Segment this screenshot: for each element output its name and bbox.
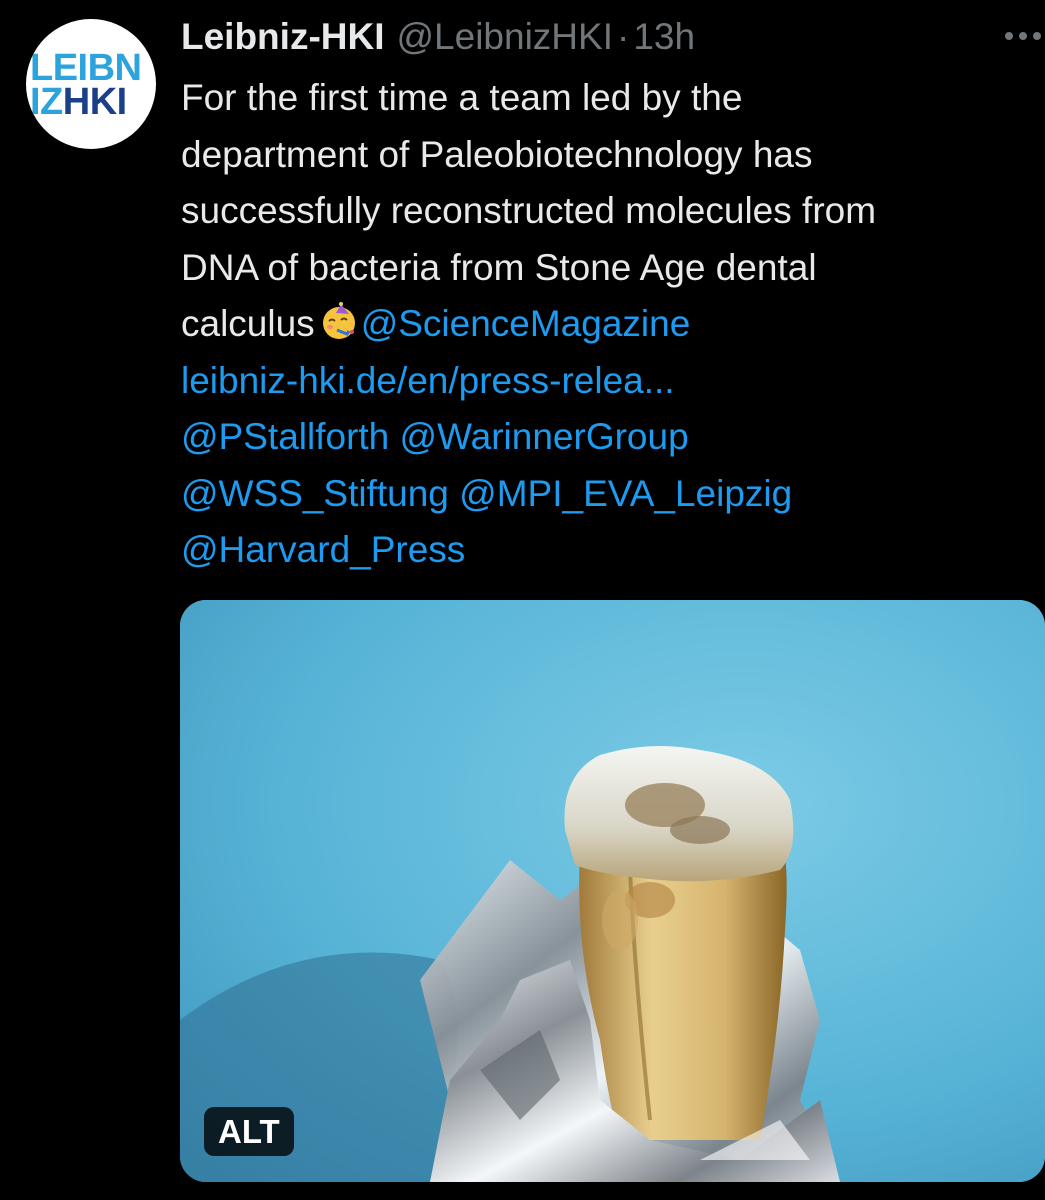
more-horizontal-icon[interactable] xyxy=(1005,32,1041,40)
mention-warinnergroup[interactable]: @WarinnerGroup xyxy=(400,416,689,457)
tweet-text-line: @Harvard_Press xyxy=(181,522,1041,579)
tweet-text-calculus: calculus xyxy=(181,303,315,344)
author-handle[interactable]: @LeibnizHKI xyxy=(396,16,613,58)
mention-pstallforth[interactable]: @PStallforth xyxy=(181,416,389,457)
press-release-link[interactable]: leibniz-hki.de/en/press-relea... xyxy=(181,353,1041,410)
tweet-header: Leibniz-HKI @LeibnizHKI · 13h xyxy=(181,16,695,60)
tweet-text-line: department of Paleobiotechnology has xyxy=(181,133,813,175)
alt-text-button[interactable]: ALT xyxy=(204,1107,294,1156)
avatar-logo-bottom: IZHKI xyxy=(30,83,127,121)
avatar-logo-bottom-b: HKI xyxy=(62,81,127,123)
author-avatar[interactable]: LEIBN IZHKI xyxy=(26,19,156,149)
tweet[interactable]: LEIBN IZHKI Leibniz-HKI @LeibnizHKI · 13… xyxy=(0,0,1045,1200)
tweet-text-line: calculus @ScienceMagazine xyxy=(181,296,1041,353)
separator-dot: · xyxy=(616,16,630,57)
author-name[interactable]: Leibniz-HKI xyxy=(181,16,384,58)
mention-harvard-press[interactable]: @Harvard_Press xyxy=(181,529,465,570)
tweet-text-line: @PStallforth @WarinnerGroup xyxy=(181,409,1041,466)
tweet-text-line: For the first time a team led by the xyxy=(181,77,743,118)
tweet-text: For the first time a team led by the dep… xyxy=(181,70,1041,579)
mention-sciencemagazine[interactable]: @ScienceMagazine xyxy=(361,303,691,344)
tweet-text-line: @WSS_Stiftung @MPI_EVA_Leipzig xyxy=(181,466,1041,523)
tooth-in-foil-photo xyxy=(180,600,1045,1182)
tweet-photo[interactable]: ALT xyxy=(180,600,1045,1182)
mention-wss-stiftung[interactable]: @WSS_Stiftung xyxy=(181,473,449,514)
tweet-text-line: DNA of bacteria from Stone Age dental xyxy=(181,246,817,288)
mention-mpi-eva-leipzig[interactable]: @MPI_EVA_Leipzig xyxy=(459,473,792,514)
timestamp[interactable]: 13h xyxy=(633,16,695,58)
avatar-logo-bottom-a: IZ xyxy=(30,81,63,123)
partying-face-emoji-icon xyxy=(322,302,355,339)
tweet-text-line: successfully reconstructed molecules fro… xyxy=(181,190,877,231)
